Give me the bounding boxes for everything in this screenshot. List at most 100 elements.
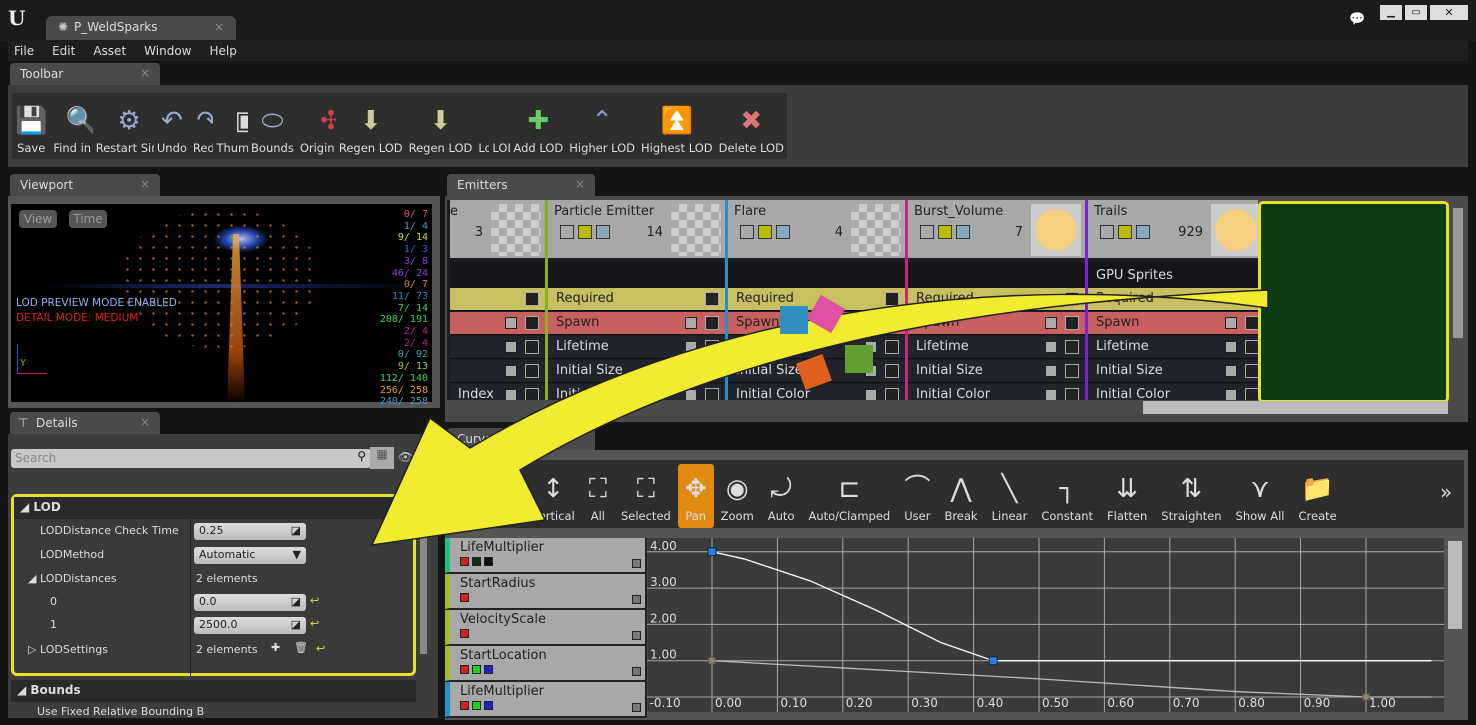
undo-button[interactable]: ↶ Undo — [154, 93, 190, 159]
user-tangent-button[interactable]: ⌒ User — [897, 464, 937, 528]
close-tab-icon[interactable]: × — [214, 20, 224, 34]
curve-list-item[interactable]: VelocityScale — [445, 610, 645, 645]
create-button[interactable]: 📁 Create — [1292, 464, 1344, 528]
asset-tab[interactable]: ✺ P_WeldSparks × — [46, 16, 236, 40]
curve-vscrollbar[interactable] — [1448, 541, 1462, 629]
module-enable-checkbox[interactable] — [865, 317, 877, 329]
eye-icon[interactable]: 👁▾ — [398, 450, 419, 464]
curve-graph-icon[interactable] — [525, 292, 539, 306]
menu-file[interactable]: File — [14, 44, 34, 58]
curve-graph-icon[interactable] — [705, 292, 719, 306]
linear-button[interactable]: ╲ Linear — [985, 464, 1035, 528]
module-row[interactable]: Index — [450, 384, 545, 400]
feedback-icon[interactable]: 💬 — [1349, 12, 1365, 27]
details-scrollbar[interactable] — [420, 534, 427, 654]
toolbar-tab[interactable]: Toolbar × — [10, 63, 160, 85]
module-row[interactable]: Spawn — [548, 312, 725, 335]
module-enable-checkbox[interactable] — [685, 389, 697, 400]
module-enable-checkbox[interactable] — [865, 389, 877, 400]
save-button[interactable]: 💾 Save — [12, 93, 50, 159]
enable-checkbox[interactable] — [1100, 225, 1114, 239]
curve-graph-icon[interactable] — [1245, 316, 1258, 330]
add-lod-above-button[interactable]: ✚ Add LOD — [510, 93, 566, 159]
close-icon[interactable]: × — [575, 177, 585, 191]
details-tab[interactable]: ⊤ Details × — [10, 412, 160, 434]
break-tangent-button[interactable]: ⋀ Break — [937, 464, 984, 528]
module-row[interactable]: Lifetime — [1088, 336, 1258, 359]
view-options-button[interactable]: ▦ — [370, 447, 394, 469]
sort-icon[interactable] — [776, 225, 790, 239]
curve-editor-tab[interactable]: Curve Editor — [447, 428, 595, 450]
enable-checkbox[interactable] — [920, 225, 934, 239]
curve-graph-icon[interactable] — [525, 388, 539, 400]
module-enable-checkbox[interactable] — [865, 365, 877, 377]
emitter-header[interactable]: Trails 929 — [1088, 200, 1258, 258]
bounds-button[interactable]: ⬭ Bounds — [248, 93, 297, 159]
module-enable-checkbox[interactable] — [1045, 365, 1057, 377]
channel-toggle[interactable] — [472, 701, 481, 710]
module-enable-checkbox[interactable] — [1225, 317, 1237, 329]
curve-graph-icon[interactable] — [525, 340, 539, 354]
curve-toolbar-overflow-icon[interactable]: » — [1440, 480, 1452, 504]
add-icon[interactable]: ✚ — [271, 641, 280, 654]
lod-section-header[interactable]: ◢ LOD — [14, 497, 413, 519]
channel-toggle[interactable] — [460, 557, 469, 566]
module-row[interactable]: Required — [548, 288, 725, 311]
curve-list-item[interactable]: StartRadius — [445, 574, 645, 609]
module-enable-checkbox[interactable] — [1045, 341, 1057, 353]
solo-icon[interactable] — [578, 225, 592, 239]
emitters-hscrollbar[interactable] — [1143, 401, 1448, 414]
curve-key[interactable] — [708, 657, 716, 665]
module-row[interactable]: Required — [1088, 288, 1258, 311]
curve-graph-icon[interactable] — [1245, 364, 1258, 378]
highest-lod-button[interactable]: ⏫ Highest LOD — [638, 93, 716, 159]
module-row[interactable]: Initial Size — [908, 360, 1085, 383]
curve-visibility-toggle[interactable] — [632, 595, 641, 604]
pan-button[interactable]: ✥ Pan — [677, 464, 714, 528]
regen-lod-duplicate-button[interactable]: ⬇ Regen LOD — [406, 93, 476, 159]
curve-graph-icon[interactable] — [885, 364, 899, 378]
reset-icon[interactable]: ↩ — [316, 642, 325, 655]
curve-graph-icon[interactable] — [1245, 292, 1258, 306]
solo-icon[interactable] — [938, 225, 952, 239]
sort-icon[interactable] — [596, 225, 610, 239]
reset-icon[interactable]: ↩ — [310, 617, 319, 630]
emitter-column[interactable]: e 3 Index — [447, 200, 545, 400]
module-row[interactable]: Initial Size — [1088, 360, 1258, 383]
menu-help[interactable]: Help — [209, 44, 236, 58]
module-row[interactable]: Initial Size — [728, 360, 905, 383]
channel-toggle[interactable] — [472, 665, 481, 674]
module-row[interactable] — [450, 312, 545, 335]
flatten-button[interactable]: ⇊ Flatten — [1100, 464, 1154, 528]
module-row[interactable] — [450, 336, 545, 359]
module-row[interactable]: Spawn — [728, 312, 905, 335]
emitter-column[interactable]: Flare 4 Required Spawn Lifetime Initial Size I… — [725, 200, 905, 400]
curve-graph-icon[interactable] — [885, 292, 899, 306]
module-enable-checkbox[interactable] — [1045, 317, 1057, 329]
curve-graph-icon[interactable] — [705, 388, 719, 400]
channel-toggle[interactable] — [484, 665, 493, 674]
emitters-vscrollbar[interactable] — [1453, 208, 1463, 338]
curve-graph-icon[interactable] — [1065, 316, 1079, 330]
curve-graph-icon[interactable] — [525, 364, 539, 378]
curve-graph-icon[interactable] — [885, 316, 899, 330]
module-enable-checkbox[interactable] — [865, 341, 877, 353]
emitter-column[interactable]: Burst_Volume 7 Required Spawn Lifetime Initia… — [905, 200, 1085, 400]
close-window-button[interactable]: ✕ — [1430, 5, 1468, 20]
enable-checkbox[interactable] — [740, 225, 754, 239]
menu-window[interactable]: Window — [144, 44, 191, 58]
curve-graph-icon[interactable] — [1065, 292, 1079, 306]
show-all-button[interactable]: ⋎ Show All — [1229, 464, 1292, 528]
curve-graph-icon[interactable] — [1065, 364, 1079, 378]
channel-toggle[interactable] — [460, 701, 469, 710]
regen-lod-button[interactable]: ⬇ Regen LOD — [336, 93, 406, 159]
straighten-button[interactable]: ⇅ Straighten — [1154, 464, 1228, 528]
curve-list-item[interactable]: StartLocation — [445, 646, 645, 681]
module-row[interactable]: Initial Size — [548, 360, 725, 383]
curve-graph-icon[interactable] — [705, 340, 719, 354]
curve-graph-icon[interactable] — [885, 340, 899, 354]
curve-graph-icon[interactable] — [885, 388, 899, 400]
curve-list-item[interactable]: LifeMultiplier — [445, 682, 645, 717]
module-row[interactable]: Lifetime — [548, 336, 725, 359]
emitter-column[interactable]: Trails 929 GPU Sprites Required Spawn Lifetim… — [1085, 200, 1258, 400]
